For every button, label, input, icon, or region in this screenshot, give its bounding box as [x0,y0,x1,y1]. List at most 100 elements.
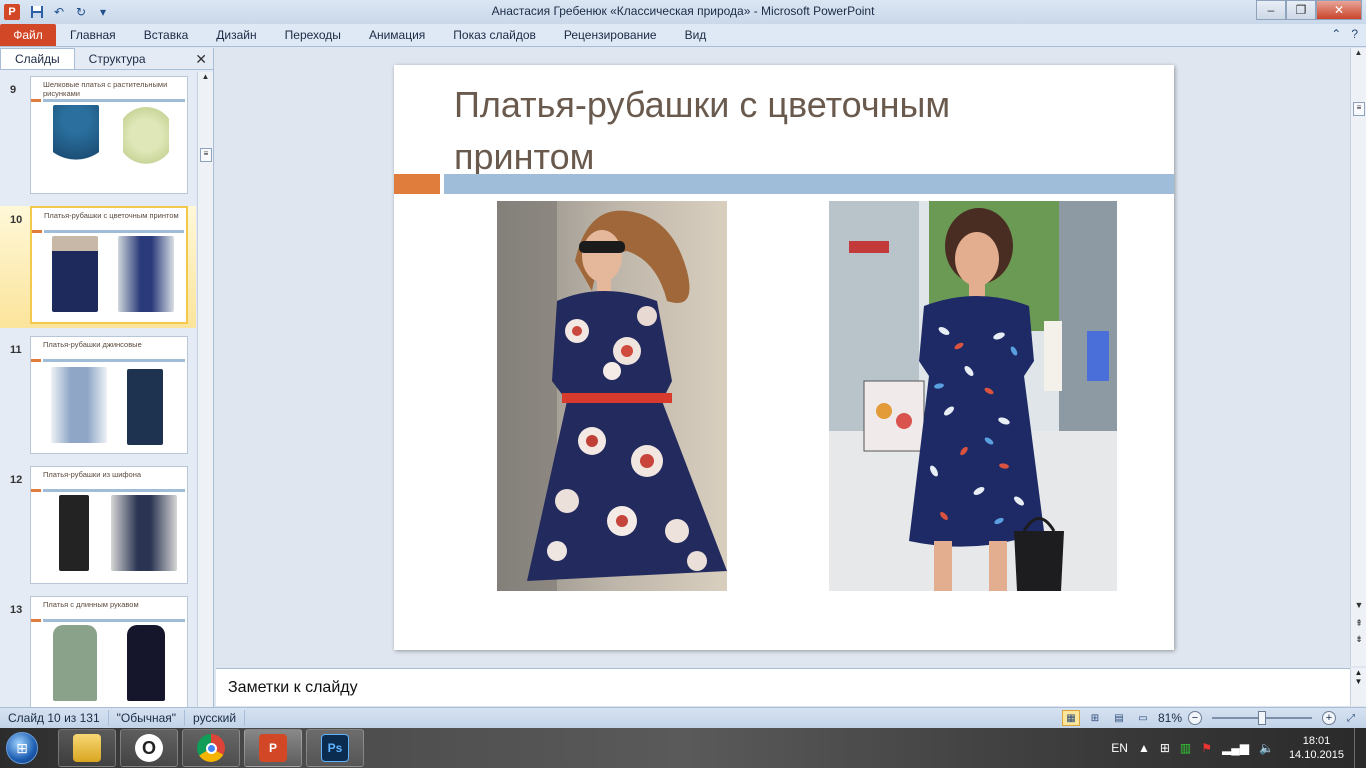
tab-animations[interactable]: Анимация [355,28,439,42]
clock-time: 18:01 [1302,735,1331,747]
current-slide[interactable]: Платья-рубашки с цветочным принтом [394,65,1174,650]
notes-placeholder[interactable]: Заметки к слайду [228,679,358,697]
slide-preview[interactable]: Платья-рубашки джинсовые [30,336,188,454]
windows-taskbar: ⊞ O P Ps EN ▲ ⊞ ▥ ⚑ ▂▄▆ 🔈 18:01 14.10.20… [0,728,1366,768]
zoom-slider[interactable] [1212,711,1312,725]
slide-thumbnail-11[interactable]: 11 Платья-рубашки джинсовые [0,336,196,458]
taskbar-opera[interactable]: O [120,729,178,767]
slide-number: 10 [10,214,23,226]
scroll-thumb[interactable]: ≡ [200,148,212,162]
slide-preview[interactable]: Платья-рубашки с цветочным принтом [30,206,188,324]
accent-bar [31,99,41,102]
close-button[interactable]: ✕ [1316,0,1362,20]
slide-thumbnail-9[interactable]: 9 Шелковые платья с растительными рисунк… [0,76,196,198]
fit-to-window-icon[interactable]: ⤢ [1342,710,1360,726]
taskbar-explorer[interactable] [58,729,116,767]
notes-pane[interactable]: Заметки к слайду [216,668,1350,706]
close-panel-icon[interactable]: ✕ [195,51,207,68]
undo-icon[interactable]: ↶ [50,3,68,21]
slide-thumbnail-13[interactable]: 13 Платья с длинным рукавом [0,596,196,708]
tab-insert[interactable]: Вставка [130,28,203,42]
folder-icon [73,734,101,762]
chrome-icon [197,734,225,762]
zoom-out-icon[interactable]: − [1188,711,1202,725]
show-hidden-icons[interactable]: ▲ [1133,741,1155,755]
tab-view[interactable]: Вид [671,28,721,42]
expand-ribbon-icon[interactable]: ⌃ [1331,27,1341,41]
language-indicator[interactable]: русский [185,710,246,726]
system-tray: EN ▲ ⊞ ▥ ⚑ ▂▄▆ 🔈 18:01 14.10.2015 [1106,728,1366,768]
zoom-level[interactable]: 81% [1158,711,1182,725]
slide-sorter-view-icon[interactable]: ⊞ [1086,710,1104,726]
network-signal-icon[interactable]: ▂▄▆ [1217,741,1254,755]
title-accent-orange [394,174,440,194]
slide-title[interactable]: Платья-рубашки с цветочным принтом [454,79,1094,183]
tab-outline[interactable]: Структура [75,48,160,69]
scroll-up-arrow[interactable]: ▲ [1351,48,1366,64]
tab-home[interactable]: Главная [56,28,130,42]
next-slide-icon[interactable]: ⇟ [1351,634,1366,645]
slide-counter: Слайд 10 из 131 [0,710,109,726]
slide-preview-title: Платья-рубашки с цветочным принтом [44,211,179,220]
slide-thumbnail-10[interactable]: 10 Платья-рубашки с цветочным принтом [0,206,196,328]
accent-bar [43,489,185,492]
slide-thumbnail-12[interactable]: 12 Платья-рубашки из шифона [0,466,196,588]
quick-access-toolbar: ↶ ↻ ▾ [28,3,112,21]
maximize-button[interactable]: ❐ [1286,0,1316,20]
action-center-icon[interactable]: ⚑ [1196,741,1217,755]
slide-preview[interactable]: Платья-рубашки из шифона [30,466,188,584]
slide-thumbnails: 9 Шелковые платья с растительными рисунк… [0,72,196,708]
system-clock[interactable]: 18:01 14.10.2015 [1279,734,1354,762]
photoshop-icon: Ps [321,734,349,762]
tab-transitions[interactable]: Переходы [271,28,355,42]
slide-preview[interactable]: Платья с длинным рукавом [30,596,188,708]
taskbar-powerpoint[interactable]: P [244,729,302,767]
scroll-thumb[interactable]: ≡ [1353,102,1365,116]
thumbnails-scrollbar[interactable]: ▲ ≡ [197,72,213,708]
tab-slides[interactable]: Слайды [0,48,75,69]
dress-image [127,369,163,445]
tab-file[interactable]: Файл [0,24,56,46]
notes-scrollbar[interactable]: ▲ ▼ [1350,668,1366,706]
redo-icon[interactable]: ↻ [72,3,90,21]
accent-bar [31,619,41,622]
powerpoint-app-icon[interactable]: P [4,4,20,20]
slide-preview[interactable]: Шелковые платья с растительными рисункам… [30,76,188,194]
slide-preview-title: Шелковые платья с растительными рисункам… [43,80,168,98]
zoom-in-icon[interactable]: + [1322,711,1336,725]
dress-image [111,495,177,571]
theme-name[interactable]: "Обычная" [109,710,186,726]
minimize-button[interactable]: – [1256,0,1286,20]
save-icon[interactable] [28,3,46,21]
slide-editing-area: Платья-рубашки с цветочным принтом [216,48,1350,666]
taskbar-chrome[interactable] [182,729,240,767]
tab-review[interactable]: Рецензирование [550,28,671,42]
help-icon[interactable]: ? [1351,27,1358,41]
taskbar-photoshop[interactable]: Ps [306,729,364,767]
scroll-up-arrow[interactable]: ▲ [198,72,213,88]
volume-icon[interactable]: 🔈 [1254,741,1279,755]
zoom-slider-thumb[interactable] [1258,711,1266,725]
floral-dress-photo-1[interactable] [497,201,727,591]
floral-dress-photo-2[interactable] [829,201,1117,591]
dress-image [118,236,174,312]
previous-slide-icon[interactable]: ⇞ [1351,618,1366,629]
dress-image [59,495,89,571]
slide-number: 9 [10,84,17,96]
customize-toolbar-icon[interactable]: ▾ [94,3,112,21]
start-button[interactable]: ⊞ [0,728,44,768]
windows-logo-icon: ⊞ [6,732,38,764]
input-language[interactable]: EN [1106,741,1133,755]
reading-view-icon[interactable]: ▤ [1110,710,1128,726]
normal-view-icon[interactable]: ▦ [1061,710,1080,726]
slide-show-view-icon[interactable]: ▭ [1134,710,1152,726]
accent-bar [43,619,185,622]
scroll-down-arrow[interactable]: ▼ [1351,600,1366,610]
powerpoint-icon: P [259,734,287,762]
slide-scrollbar[interactable]: ▲ ≡ ▼ ⇞ ⇟ [1350,48,1366,666]
tab-slide-show[interactable]: Показ слайдов [439,28,550,42]
tab-design[interactable]: Дизайн [202,28,270,42]
show-desktop-button[interactable] [1354,728,1366,768]
battery-icon[interactable]: ▥ [1175,741,1196,755]
windows-icon[interactable]: ⊞ [1155,741,1175,755]
